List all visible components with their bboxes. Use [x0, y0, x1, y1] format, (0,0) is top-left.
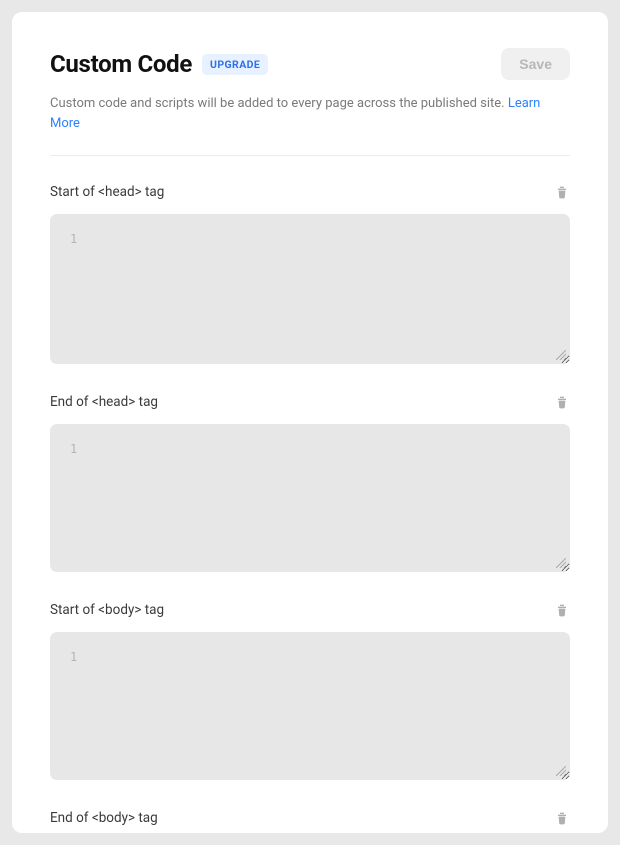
header-row: Custom Code UPGRADE Save: [50, 48, 570, 80]
trash-icon[interactable]: [554, 184, 570, 200]
upgrade-badge[interactable]: UPGRADE: [202, 54, 268, 75]
code-section-head-end: End of <head> tag 1: [50, 394, 570, 572]
trash-icon[interactable]: [554, 602, 570, 618]
section-header: End of <head> tag: [50, 394, 570, 410]
title-group: Custom Code UPGRADE: [50, 50, 268, 78]
resize-grip-icon: [556, 350, 566, 360]
code-section-body-end: End of <body> tag 1: [50, 810, 570, 833]
code-editor-head-start[interactable]: 1: [50, 214, 570, 364]
custom-code-panel: Custom Code UPGRADE Save Custom code and…: [12, 12, 608, 833]
section-label: End of <body> tag: [50, 810, 158, 826]
description-body: Custom code and scripts will be added to…: [50, 96, 508, 111]
section-header: End of <body> tag: [50, 810, 570, 826]
trash-icon[interactable]: [554, 394, 570, 410]
line-number: 1: [70, 442, 77, 456]
resize-grip-icon: [556, 766, 566, 776]
trash-icon[interactable]: [554, 810, 570, 826]
code-editor-body-start[interactable]: 1: [50, 632, 570, 780]
code-section-body-start: Start of <body> tag 1: [50, 602, 570, 780]
line-number: 1: [70, 232, 77, 246]
resize-grip-icon: [556, 558, 566, 568]
save-button[interactable]: Save: [501, 48, 570, 80]
description-text: Custom code and scripts will be added to…: [50, 94, 570, 133]
section-label: Start of <body> tag: [50, 602, 164, 618]
code-editor-head-end[interactable]: 1: [50, 424, 570, 572]
line-number: 1: [70, 650, 77, 664]
divider: [50, 155, 570, 156]
code-section-head-start: Start of <head> tag 1: [50, 184, 570, 364]
section-header: Start of <head> tag: [50, 184, 570, 200]
section-label: Start of <head> tag: [50, 184, 164, 200]
page-title: Custom Code: [50, 50, 192, 78]
section-header: Start of <body> tag: [50, 602, 570, 618]
section-label: End of <head> tag: [50, 394, 158, 410]
